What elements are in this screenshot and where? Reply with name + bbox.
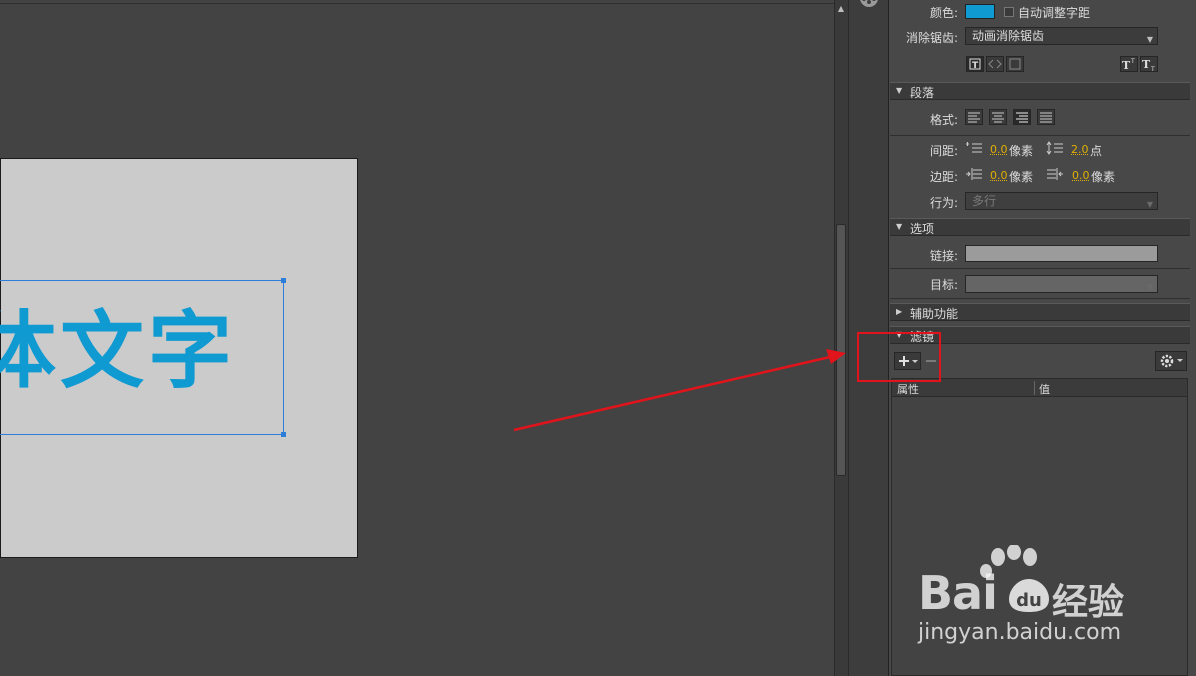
anti-alias-label: 消除锯齿: [905, 31, 958, 45]
column-divider[interactable] [1034, 381, 1035, 395]
paragraph-section-header[interactable]: ▼ 段落 [890, 82, 1190, 100]
filter-settings-button[interactable] [1155, 351, 1187, 371]
subscript-icon: TT [1142, 58, 1155, 73]
link-input[interactable] [965, 245, 1158, 262]
scroll-up-arrow-icon[interactable]: ▲ [836, 4, 846, 14]
justify-icon [1040, 112, 1052, 123]
expanded-triangle-icon: ▼ [896, 222, 903, 231]
stage-top-border [0, 3, 834, 4]
auto-kern-label: 自动调整字距 [1018, 6, 1091, 20]
indent-unit: 像素 [1009, 144, 1034, 158]
format-label: 格式: [929, 113, 958, 127]
divider [890, 298, 1190, 299]
red-arrow-annotation [513, 349, 846, 432]
text-color-swatch[interactable] [965, 4, 995, 19]
spacing-label: 间距: [929, 144, 958, 158]
line-spacing-unit: 点 [1090, 144, 1103, 158]
options-header-label: 选项 [910, 222, 935, 236]
align-left-button[interactable] [965, 109, 983, 125]
left-margin-value[interactable]: 0.0 [990, 169, 1008, 182]
behavior-value: 多行 [972, 194, 997, 208]
left-margin-icon [966, 168, 982, 180]
divider [890, 135, 1190, 136]
subscript-button[interactable]: TT [1140, 56, 1158, 73]
code-brackets-icon [988, 59, 1002, 69]
target-dropdown[interactable]: ▼ [965, 275, 1158, 293]
anti-alias-value: 动画消除锯齿 [972, 29, 1045, 43]
line-spacing-icon [1046, 141, 1063, 155]
collapsed-triangle-icon: ▶ [896, 307, 903, 316]
selectable-text-button[interactable]: T [966, 56, 984, 72]
svg-text:T: T [1142, 58, 1151, 71]
align-center-button[interactable] [989, 109, 1007, 125]
accessibility-section-header[interactable]: ▶ 辅助功能 [890, 303, 1190, 321]
right-margin-unit: 像素 [1091, 170, 1116, 184]
svg-text:T: T [972, 61, 979, 71]
align-left-icon [968, 112, 980, 123]
anti-alias-dropdown[interactable]: 动画消除锯齿 ▼ [965, 27, 1158, 45]
paragraph-header-label: 段落 [910, 86, 935, 100]
watermark-brand: Bai [918, 566, 998, 620]
divider [890, 268, 1190, 269]
selectable-text-icon: T [969, 58, 981, 71]
justify-button[interactable] [1037, 109, 1055, 125]
right-margin-value[interactable]: 0.0 [1072, 169, 1090, 182]
property-column-header[interactable]: 属性 [897, 381, 919, 397]
align-right-icon [1016, 112, 1028, 123]
svg-text:T: T [1130, 58, 1135, 65]
margins-label: 边距: [929, 170, 958, 184]
auto-kern-checkbox[interactable] [1004, 7, 1014, 17]
indent-value[interactable]: 0.0 [990, 143, 1008, 156]
selection-handle-top-right[interactable] [281, 278, 286, 283]
border-box-icon [1009, 58, 1021, 70]
link-label: 链接: [929, 249, 958, 263]
gear-icon [1160, 354, 1183, 368]
svg-text:T: T [1122, 59, 1131, 71]
left-margin-unit: 像素 [1009, 170, 1034, 184]
selection-handle-bottom-right[interactable] [281, 432, 286, 437]
film-reel-icon[interactable] [858, 0, 880, 8]
behavior-dropdown[interactable]: 多行 ▼ [965, 192, 1158, 210]
watermark-paw-du: du [1009, 579, 1049, 612]
chevron-down-icon: ▼ [1146, 283, 1153, 292]
chevron-down-icon: ▼ [1146, 35, 1153, 44]
align-right-button[interactable] [1013, 109, 1031, 125]
text-selection-box[interactable] [0, 280, 284, 435]
value-column-header[interactable]: 值 [1039, 381, 1050, 397]
show-border-button[interactable] [1006, 56, 1024, 72]
options-section-header[interactable]: ▼ 选项 [890, 218, 1190, 236]
align-center-icon [992, 112, 1004, 123]
render-html-button[interactable] [986, 56, 1004, 72]
right-margin-icon [1047, 168, 1063, 180]
behavior-label: 行为: [929, 196, 958, 210]
color-label: 颜色: [929, 6, 958, 20]
accessibility-header-label: 辅助功能 [910, 307, 959, 321]
line-spacing-value[interactable]: 2.0 [1071, 143, 1089, 156]
superscript-button[interactable]: TT [1120, 56, 1138, 72]
superscript-icon: TT [1122, 58, 1135, 72]
watermark-suffix: 经验 [1052, 582, 1125, 623]
indent-icon [966, 142, 982, 153]
svg-text:T: T [1150, 66, 1155, 71]
chevron-down-icon: ▼ [1146, 200, 1153, 209]
watermark-du-text: du [1016, 590, 1042, 611]
target-label: 目标: [929, 278, 958, 292]
expanded-triangle-icon: ▼ [896, 86, 903, 95]
watermark-url: jingyan.baidu.com [918, 620, 1122, 645]
